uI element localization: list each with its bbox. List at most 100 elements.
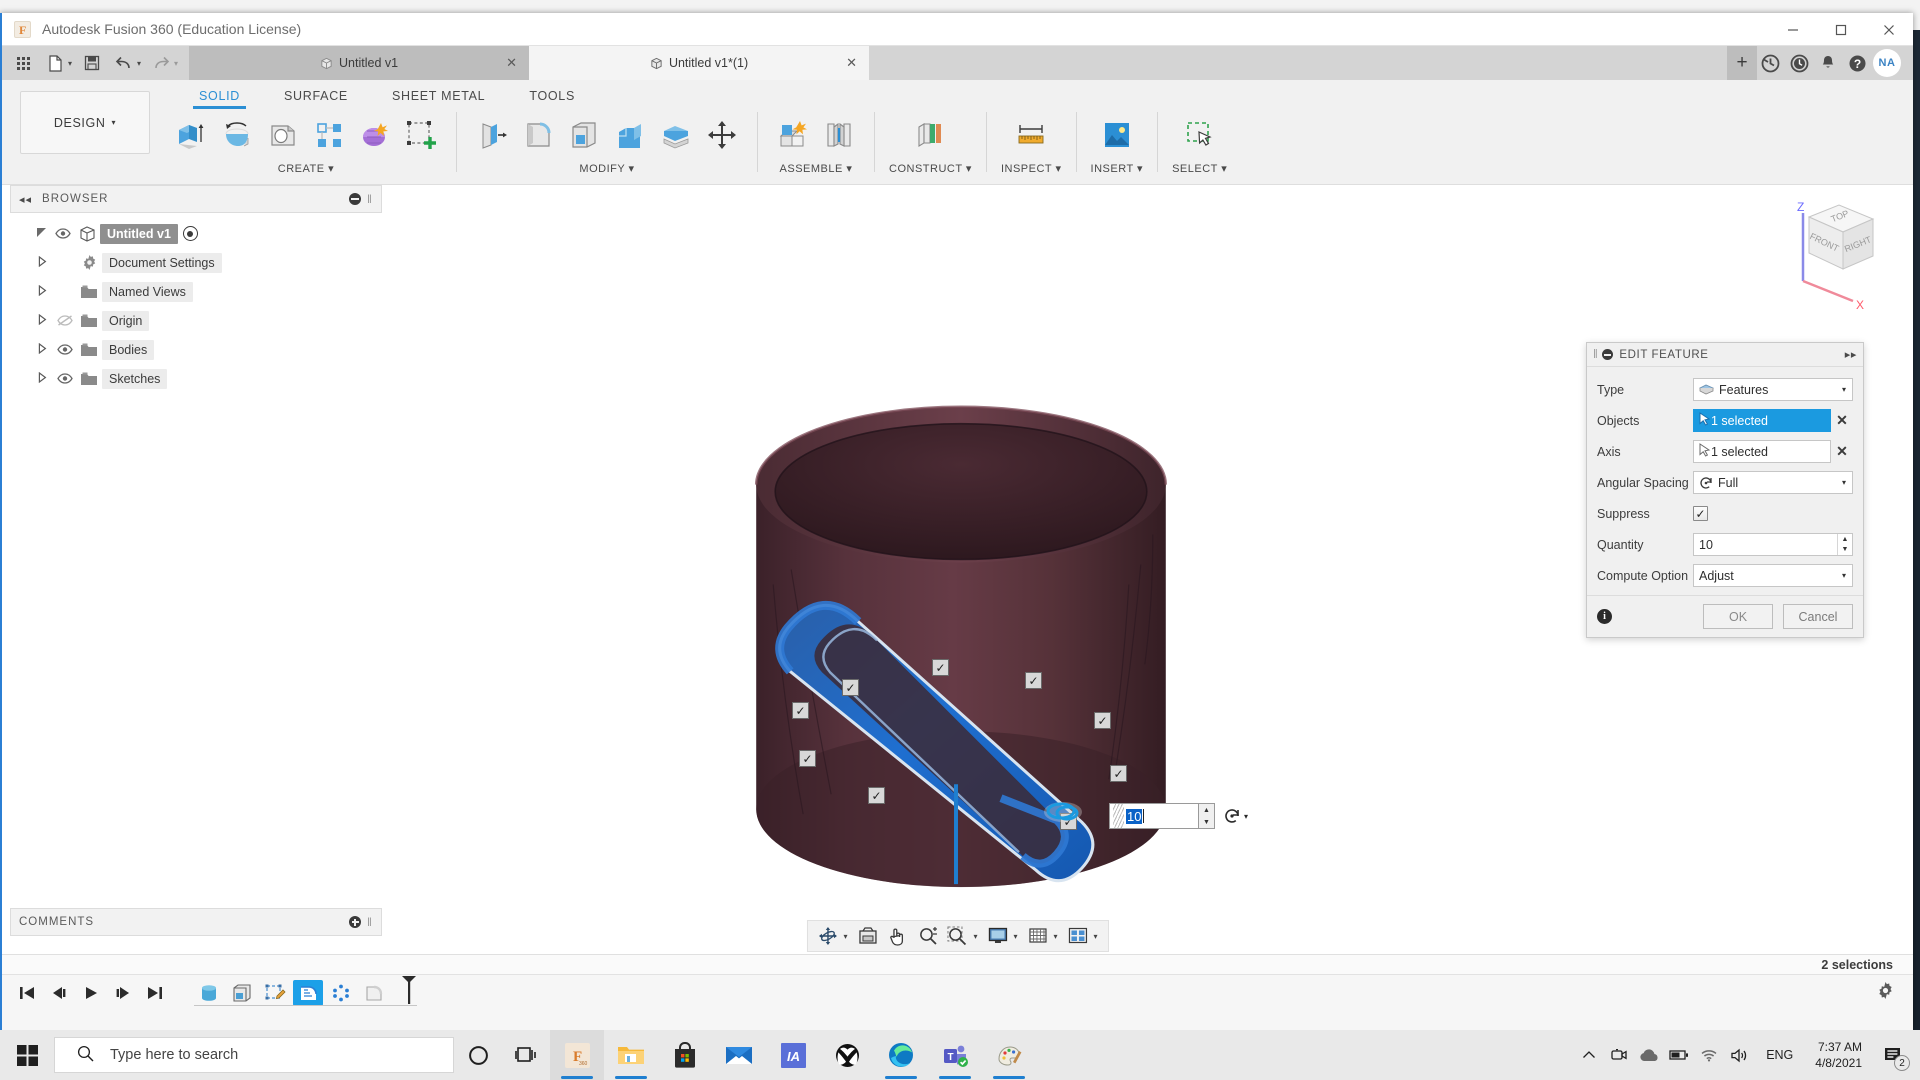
gear-icon[interactable] [1876,981,1895,1005]
show-hidden-icons[interactable] [1574,1030,1604,1080]
instance-checkbox[interactable]: ✓ [842,679,859,696]
fillet-icon[interactable] [517,114,559,156]
language-indicator[interactable]: ENG [1754,1048,1805,1062]
search-input[interactable]: Type here to search [54,1037,454,1073]
chevron-down-icon[interactable]: ▾ [1842,571,1846,580]
form-icon[interactable] [354,114,396,156]
pattern-icon[interactable] [308,114,350,156]
step-back-icon[interactable] [44,979,74,1007]
activate-radio[interactable] [182,226,198,241]
workspace-selector[interactable]: DESIGN ▾ [20,91,150,154]
orbit-caret-icon[interactable]: ▾ [843,932,847,941]
new-file-caret-icon[interactable]: ▾ [68,59,72,68]
doc-tab-2[interactable]: Untitled v1*(1) ✕ [529,46,870,80]
battery-icon[interactable] [1664,1030,1694,1080]
expander-icon[interactable] [38,284,54,299]
expander-icon[interactable] [38,342,54,357]
skip-start-icon[interactable] [12,979,42,1007]
instance-checkbox[interactable]: ✓ [932,659,949,676]
pattern-feature-icon[interactable] [293,979,323,1006]
axis-clear-icon[interactable]: ✕ [1831,443,1853,460]
zoom-window-icon[interactable] [943,923,971,949]
quantity-stepper[interactable]: ▲ ▼ [1837,534,1852,555]
tree-node-origin[interactable]: Origin [14,306,382,335]
look-at-icon[interactable] [853,923,881,949]
instance-checkbox[interactable]: ✓ [868,787,885,804]
chevron-down-icon[interactable]: ▾ [1842,385,1846,394]
volume-icon[interactable] [1724,1030,1754,1080]
new-tab-button[interactable]: + [1727,46,1757,80]
sketch-feature-icon[interactable] [260,980,290,1006]
redo-caret-icon[interactable]: ▾ [174,59,178,68]
instance-checkbox[interactable]: ✓ [799,750,816,767]
sweep-icon[interactable] [262,114,304,156]
quantity-input[interactable]: 10 ▲ ▼ [1693,533,1853,556]
select-window-icon[interactable] [1179,114,1221,156]
screen-recorder-icon[interactable] [1604,1030,1634,1080]
help-icon[interactable]: ? [1844,50,1870,76]
clock-icon[interactable] [1786,50,1812,76]
joint-icon[interactable] [818,114,860,156]
taskbar-app-paint[interactable] [982,1030,1036,1080]
grip-icon[interactable]: ‖ [367,192,373,206]
undo-caret-icon[interactable]: ▾ [137,59,141,68]
eye-off-icon[interactable] [54,315,76,326]
taskbar-app-autodesk[interactable]: IA [766,1030,820,1080]
tab-tools[interactable]: TOOLS [507,87,597,109]
taskbar-app-fusion-360[interactable]: F 360 [550,1030,604,1080]
display-settings-caret-icon[interactable]: ▾ [1013,932,1017,941]
info-icon[interactable]: i [1597,609,1612,624]
insert-caret-icon[interactable]: ▾ [1137,163,1143,175]
measure-icon[interactable] [1010,114,1052,156]
close-button[interactable] [1865,13,1913,46]
input-grip-icon[interactable] [1113,804,1124,828]
assemble-caret-icon[interactable]: ▾ [846,163,852,175]
double-left-arrow-icon[interactable]: ◂◂ [19,193,32,206]
expander-icon[interactable] [38,255,54,270]
action-center-icon[interactable]: 2 [1872,1030,1914,1080]
doc-tab-1[interactable]: Untitled v1 ✕ [189,46,530,80]
fillet-feature-icon[interactable] [359,980,389,1006]
objects-clear-icon[interactable]: ✕ [1831,412,1853,429]
tree-node-bodies[interactable]: Bodies [14,335,382,364]
canvas-value-input[interactable]: 10 [1109,803,1199,829]
expander-icon[interactable] [38,313,54,328]
job-status-icon[interactable] [1757,50,1783,76]
tree-node-untitled[interactable]: Untitled v1 [14,219,382,248]
tree-node-sketches[interactable]: Sketches [14,364,382,393]
offset-face-icon[interactable] [655,114,697,156]
collapse-circle-icon[interactable] [1602,349,1614,360]
eye-icon[interactable] [54,373,76,384]
stepper-down-icon[interactable]: ▼ [1838,545,1852,556]
wifi-icon[interactable] [1694,1030,1724,1080]
redo-icon[interactable] [146,49,176,77]
cylinder-feature-icon[interactable] [194,980,224,1006]
task-view-icon[interactable] [502,1030,550,1080]
suppress-checkbox[interactable]: ✓ [1693,506,1708,521]
extrude-icon[interactable] [170,114,212,156]
orbit-icon[interactable] [813,923,841,949]
dialog-grip-icon[interactable]: ‖ [1593,349,1598,361]
ok-button[interactable]: OK [1703,604,1773,629]
grip-icon[interactable]: ‖ [367,915,373,929]
expander-icon[interactable] [36,227,52,241]
circular-pattern-icon[interactable] [326,980,356,1006]
view-cube[interactable]: TOP FRONT RIGHT Z X [1757,195,1885,315]
skip-end-icon[interactable] [140,979,170,1007]
canvas-value-input-group[interactable]: 10 ▲ ▼ ▾ [1109,803,1248,829]
spinner-up-icon[interactable]: ▲ [1199,804,1214,816]
grid-snaps-caret-icon[interactable]: ▾ [1054,932,1058,941]
revolve-icon[interactable] [216,114,258,156]
objects-selection-button[interactable]: 1 selected [1693,409,1831,432]
doc-tab-2-close-icon[interactable]: ✕ [846,55,857,71]
comments-panel[interactable]: COMMENTS ‖ [10,908,382,936]
cortana-icon[interactable] [454,1030,502,1080]
tab-sheet-metal[interactable]: SHEET METAL [370,87,507,109]
doc-tab-1-close-icon[interactable]: ✕ [506,55,517,71]
create-sketch-icon[interactable] [400,114,442,156]
tab-surface[interactable]: SURFACE [262,87,370,109]
eye-icon[interactable] [54,344,76,355]
instance-checkbox[interactable]: ✓ [1110,765,1127,782]
display-settings-icon[interactable] [983,923,1011,949]
avatar[interactable]: NA [1873,49,1901,77]
